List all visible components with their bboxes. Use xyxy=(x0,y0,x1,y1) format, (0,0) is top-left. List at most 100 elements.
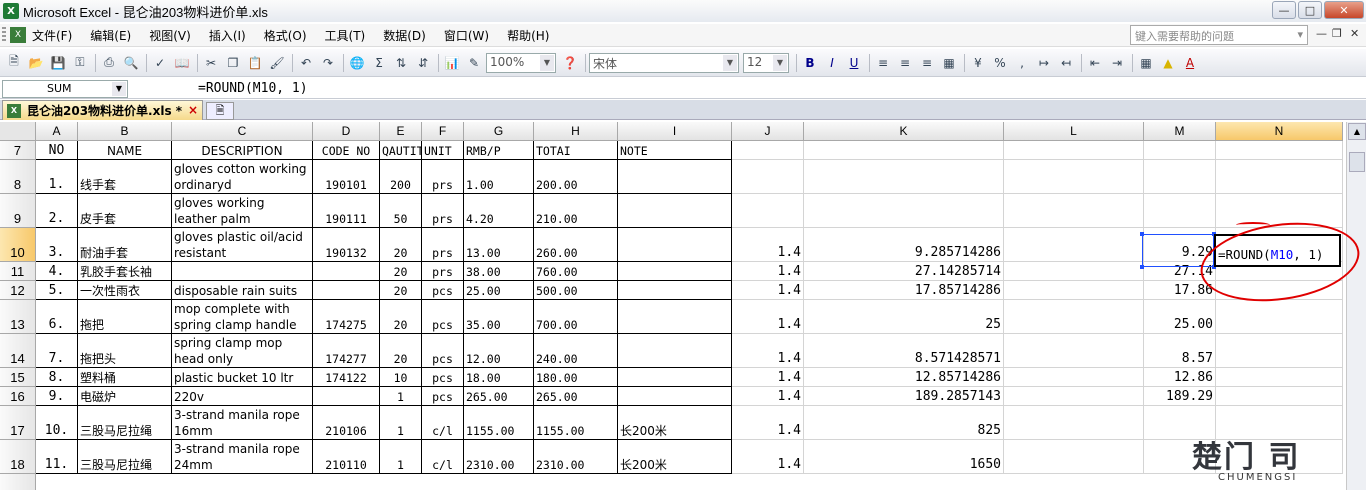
cell-m[interactable]: 25.00 xyxy=(1144,300,1216,334)
cell-l[interactable] xyxy=(1004,406,1144,440)
cell-j[interactable]: 1.4 xyxy=(732,387,804,406)
cell-k[interactable]: 189.2857143 xyxy=(804,387,1004,406)
cell-f[interactable]: prs xyxy=(422,160,464,194)
menu-tools[interactable]: 工具(T) xyxy=(325,27,366,44)
cell-a[interactable]: 5. xyxy=(36,281,78,300)
cell-f[interactable]: pcs xyxy=(422,334,464,368)
cell-e[interactable]: 200 xyxy=(380,160,422,194)
cell-a[interactable]: 2. xyxy=(36,194,78,228)
print-icon[interactable]: ⎙ xyxy=(99,53,119,73)
copy-icon[interactable]: ❐ xyxy=(223,53,243,73)
cell-b[interactable]: 一次性雨衣 xyxy=(78,281,172,300)
cell-a[interactable]: 3. xyxy=(36,228,78,262)
cell-g[interactable]: 4.20 xyxy=(464,194,534,228)
cell-m[interactable]: 8.57 xyxy=(1144,334,1216,368)
menu-view[interactable]: 视图(V) xyxy=(149,27,191,44)
row-header[interactable]: 9 xyxy=(0,194,36,228)
select-all-corner[interactable] xyxy=(0,122,36,141)
cell-e[interactable]: 20 xyxy=(380,228,422,262)
cell-b[interactable]: 三股马尼拉绳 xyxy=(78,406,172,440)
align-left-icon[interactable]: ≡ xyxy=(873,53,893,73)
chevron-down-icon[interactable]: ▼ xyxy=(773,54,787,71)
menu-insert[interactable]: 插入(I) xyxy=(209,27,246,44)
cell-d[interactable]: 210110 xyxy=(313,440,380,474)
cell-f[interactable]: prs xyxy=(422,262,464,281)
close-tab-icon[interactable]: × xyxy=(188,103,198,117)
cell-i[interactable]: NOTE xyxy=(618,141,732,160)
menu-window[interactable]: 窗口(W) xyxy=(444,27,489,44)
row-header[interactable]: 15 xyxy=(0,368,36,387)
decrease-indent-icon[interactable]: ⇤ xyxy=(1085,53,1105,73)
cell-b[interactable]: 耐油手套 xyxy=(78,228,172,262)
cell-a[interactable]: 10. xyxy=(36,406,78,440)
cell-d[interactable]: 190111 xyxy=(313,194,380,228)
cell-a[interactable]: 1. xyxy=(36,160,78,194)
row-header[interactable]: 11 xyxy=(0,262,36,281)
cell-f[interactable]: pcs xyxy=(422,368,464,387)
cell-a[interactable]: 9. xyxy=(36,387,78,406)
cell-j[interactable]: 1.4 xyxy=(732,262,804,281)
column-header-d[interactable]: D xyxy=(313,122,380,141)
increase-decimal-icon[interactable]: ↦ xyxy=(1034,53,1054,73)
cell-g[interactable]: 35.00 xyxy=(464,300,534,334)
cell-g[interactable]: 13.00 xyxy=(464,228,534,262)
formula-input[interactable]: =ROUND(M10, 1) xyxy=(198,81,308,96)
cell-l[interactable] xyxy=(1004,368,1144,387)
font-color-icon[interactable]: A xyxy=(1180,53,1200,73)
cell-h[interactable]: 210.00 xyxy=(534,194,618,228)
ref-handle[interactable] xyxy=(1140,232,1144,236)
spreadsheet-grid[interactable]: A B C D E F G H I J K L M N 7 NO NAME DESCRIPTION CODE NO Q… xyxy=(0,122,1346,490)
cell-j[interactable]: 1.4 xyxy=(732,228,804,262)
doc-close-icon[interactable]: ✕ xyxy=(1350,27,1359,40)
column-header-b[interactable]: B xyxy=(78,122,172,141)
cell-g[interactable]: 1.00 xyxy=(464,160,534,194)
undo-icon[interactable]: ↶ xyxy=(296,53,316,73)
cell-i[interactable]: 长200米 xyxy=(618,440,732,474)
cell-i[interactable] xyxy=(618,228,732,262)
merge-center-icon[interactable]: ▦ xyxy=(939,53,959,73)
cell-e[interactable]: 20 xyxy=(380,281,422,300)
cell-i[interactable]: 长200米 xyxy=(618,406,732,440)
cell-c[interactable]: gloves cotton working ordinaryd xyxy=(172,160,313,194)
cell-c[interactable]: disposable rain suits xyxy=(172,281,313,300)
cell-k[interactable]: 12.85714286 xyxy=(804,368,1004,387)
cell-f[interactable]: c/l xyxy=(422,406,464,440)
cell-a[interactable]: 6. xyxy=(36,300,78,334)
cell-d[interactable]: 174122 xyxy=(313,368,380,387)
sort-ascending-icon[interactable]: ⇅ xyxy=(391,53,411,73)
cell-j[interactable]: 1.4 xyxy=(732,300,804,334)
underline-button[interactable]: U xyxy=(844,53,864,73)
cell-h[interactable]: TOTAI xyxy=(534,141,618,160)
cell-h[interactable]: 1155.00 xyxy=(534,406,618,440)
cell-f[interactable]: c/l xyxy=(422,440,464,474)
cell-i[interactable] xyxy=(618,387,732,406)
cell-e[interactable]: 50 xyxy=(380,194,422,228)
cell-n[interactable] xyxy=(1216,334,1343,368)
column-header-k[interactable]: K xyxy=(804,122,1004,141)
cell-f[interactable]: UNIT xyxy=(422,141,464,160)
cell-k[interactable] xyxy=(804,194,1004,228)
percent-button[interactable]: % xyxy=(990,53,1010,73)
print-preview-icon[interactable]: 🔍 xyxy=(121,53,141,73)
cell-j[interactable]: 1.4 xyxy=(732,334,804,368)
cell-i[interactable] xyxy=(618,194,732,228)
hyperlink-icon[interactable]: 🌐 xyxy=(347,53,367,73)
cell-l[interactable] xyxy=(1004,387,1144,406)
cell-c[interactable]: spring clamp mop head only xyxy=(172,334,313,368)
cell-e[interactable]: 1 xyxy=(380,440,422,474)
research-icon[interactable]: 📖 xyxy=(172,53,192,73)
permission-icon[interactable]: ⚿ xyxy=(70,53,90,73)
menu-help[interactable]: 帮助(H) xyxy=(507,27,549,44)
cell-b[interactable]: 线手套 xyxy=(78,160,172,194)
cell-l[interactable] xyxy=(1004,334,1144,368)
row-header[interactable]: 16 xyxy=(0,387,36,406)
cell-g[interactable]: 12.00 xyxy=(464,334,534,368)
doc-minimize-icon[interactable]: — xyxy=(1316,27,1327,40)
cell-i[interactable] xyxy=(618,281,732,300)
cell-l[interactable] xyxy=(1004,262,1144,281)
save-icon[interactable]: 💾 xyxy=(48,53,68,73)
cell-b[interactable]: 皮手套 xyxy=(78,194,172,228)
cell-i[interactable] xyxy=(618,368,732,387)
borders-icon[interactable]: ▦ xyxy=(1136,53,1156,73)
autosum-icon[interactable]: Σ xyxy=(369,53,389,73)
